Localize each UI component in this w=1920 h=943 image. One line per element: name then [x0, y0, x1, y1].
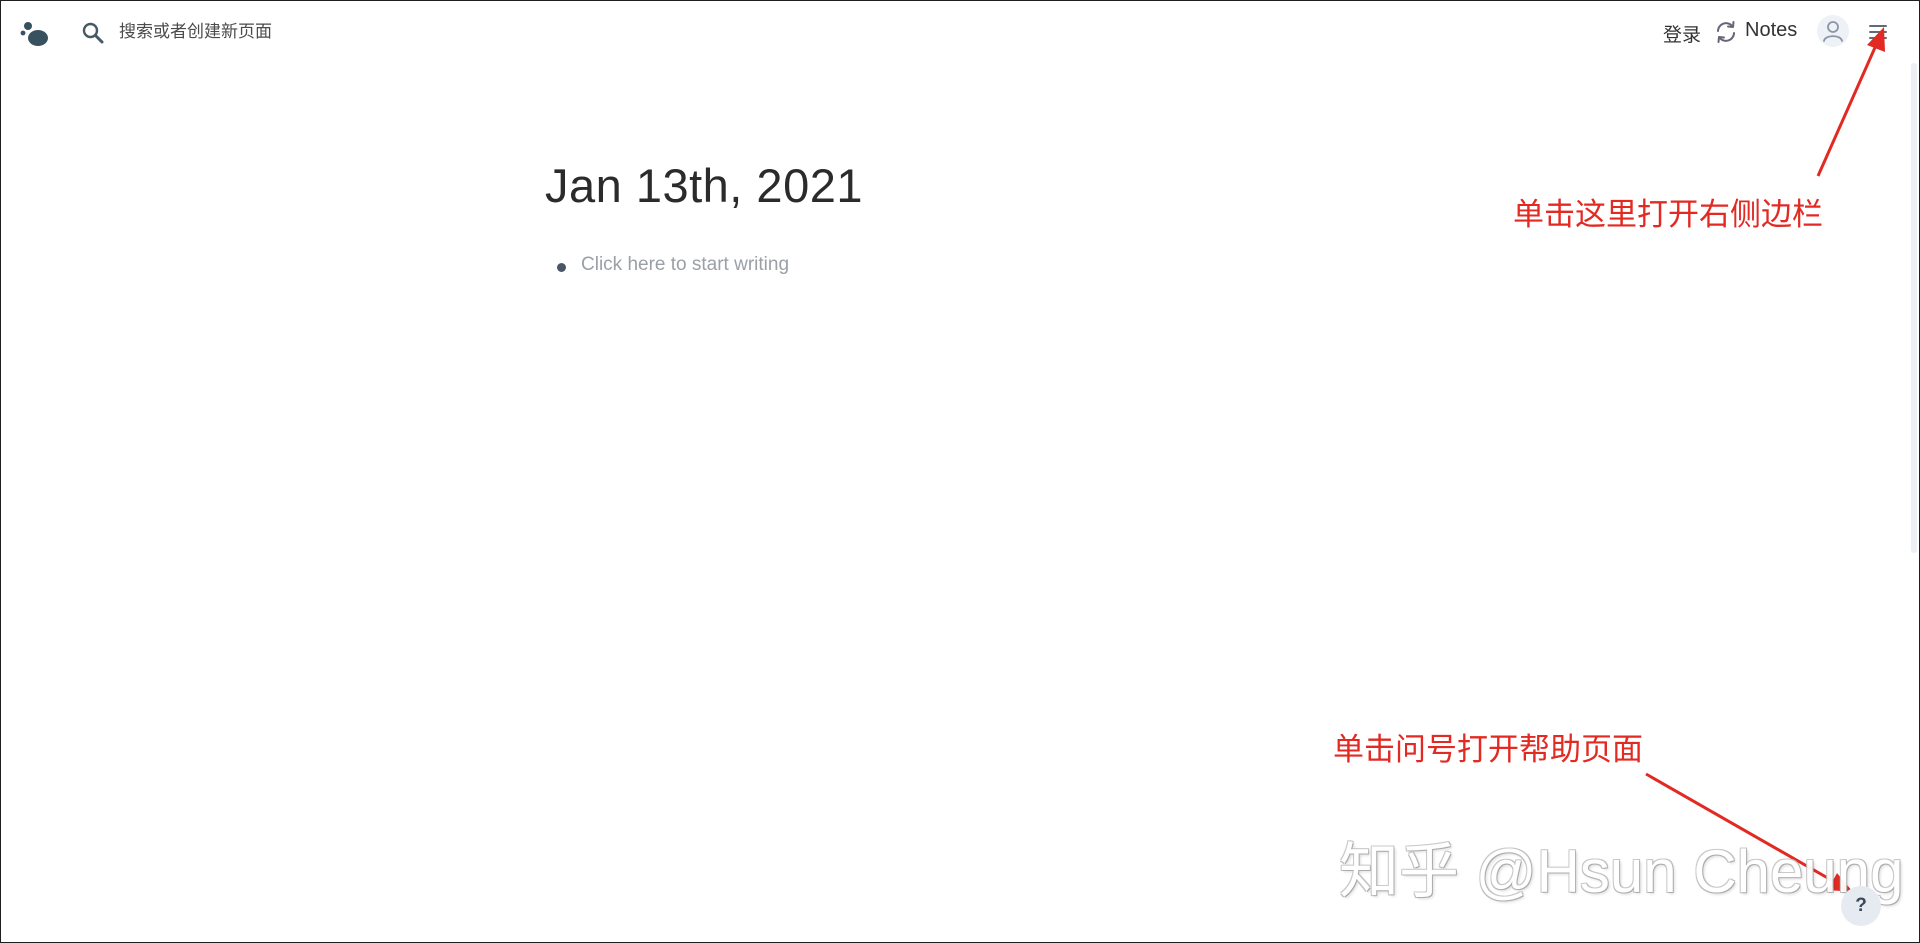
search-icon[interactable] [81, 21, 105, 45]
annotation-sidebar-hint: 单击这里打开右侧边栏 [1513, 197, 1823, 233]
graph-name-label[interactable]: Notes [1745, 19, 1797, 42]
bullet-icon[interactable] [557, 263, 566, 272]
help-button[interactable]: ? [1841, 886, 1881, 926]
login-link[interactable]: 登录 [1663, 20, 1701, 47]
search-input[interactable] [119, 17, 479, 47]
logseq-logo-icon[interactable] [19, 17, 51, 49]
watermark: 知乎 @Hsun Cheung [1339, 838, 1904, 905]
user-avatar[interactable] [1817, 15, 1849, 47]
menu-icon[interactable] [1867, 21, 1889, 43]
sync-icon[interactable] [1713, 19, 1739, 45]
top-header: 登录 Notes [1, 1, 1919, 63]
user-avatar-icon [1823, 21, 1843, 42]
app-window: 登录 Notes Jan 13th, 2021 Click here to st… [0, 0, 1920, 943]
annotation-arrows [1645, 27, 1885, 892]
scrollbar-thumb[interactable] [1911, 63, 1917, 553]
page-title[interactable]: Jan 13th, 2021 [545, 158, 863, 213]
block-placeholder[interactable]: Click here to start writing [581, 254, 789, 276]
annotation-help-hint: 单击问号打开帮助页面 [1333, 732, 1643, 768]
